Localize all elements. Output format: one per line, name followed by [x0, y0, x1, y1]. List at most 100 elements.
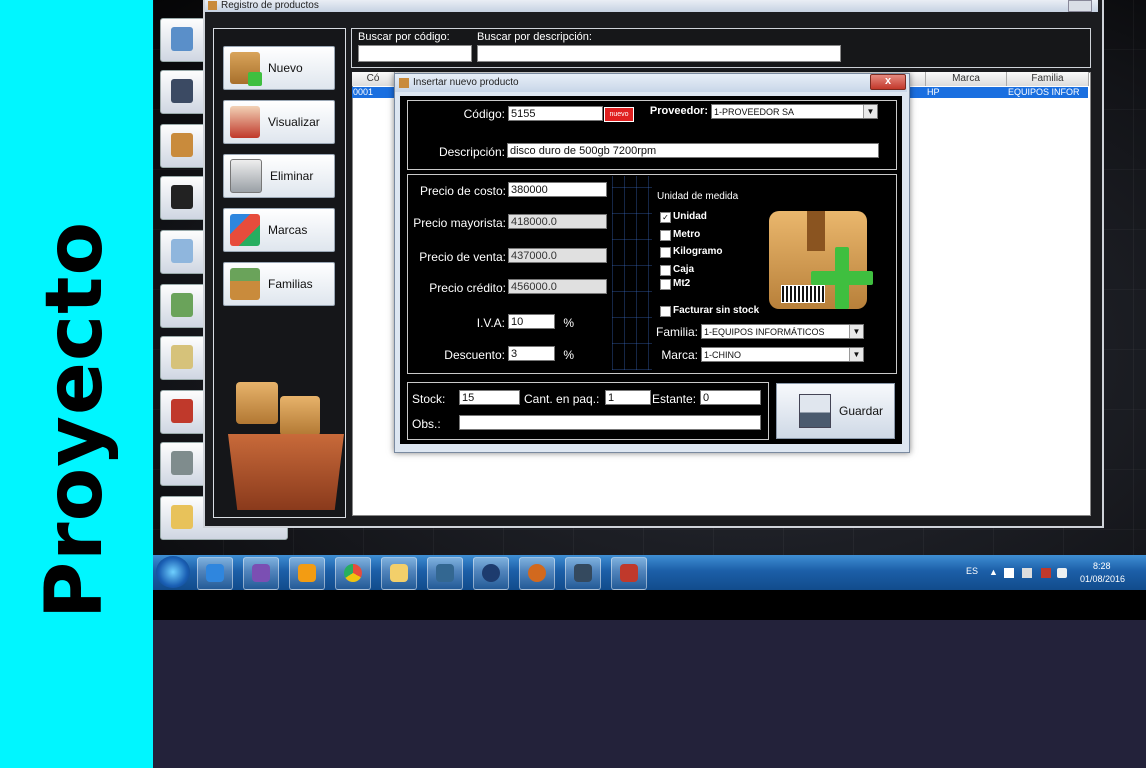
desktop-money-icon[interactable] [160, 284, 206, 328]
familias-button[interactable]: Familias [223, 262, 335, 306]
printer-icon[interactable] [1022, 568, 1032, 578]
dialog-box-icon [399, 78, 409, 88]
dialog-title: Insertar nuevo producto [413, 77, 519, 88]
iva-input[interactable]: 10 [508, 314, 555, 329]
desktop-box-icon[interactable] [160, 124, 206, 168]
unidad-checkbox[interactable]: ✓ [660, 212, 671, 223]
main-close-button[interactable] [1068, 0, 1092, 12]
visualizar-label: Visualizar [268, 115, 320, 129]
dialog-close-button[interactable]: x [870, 74, 906, 90]
row-code: 0001 [353, 87, 374, 97]
descripcion-input[interactable]: disco duro de 500gb 7200rpm [507, 143, 879, 158]
marcas-label: Marcas [268, 223, 308, 237]
proveedor-select[interactable]: 1-PROVEEDOR SA ▼ [711, 104, 878, 119]
chrome-icon[interactable] [335, 557, 371, 590]
marcas-button[interactable]: Marcas [223, 208, 335, 252]
desktop-tools-icon[interactable] [160, 442, 206, 486]
person-icon [230, 106, 260, 138]
mayorista-label: Precio mayorista: [413, 216, 506, 230]
stock-label: Stock: [412, 392, 446, 406]
media-player-icon[interactable] [289, 557, 325, 590]
descuento-percent: % [563, 348, 574, 362]
language-indicator[interactable]: ES [966, 566, 978, 576]
marca-value: 1-CHINO [704, 350, 742, 360]
codigo-input[interactable]: 5155 [508, 106, 603, 121]
search-code-label: Buscar por código: [358, 31, 450, 43]
box-bottles-icon [230, 268, 260, 300]
search-code-input[interactable] [358, 45, 472, 62]
baseball-glove-icon[interactable] [519, 557, 555, 590]
netbeans-icon[interactable] [473, 557, 509, 590]
familia-value: 1-EQUIPOS INFORMÁTICOS [704, 327, 825, 337]
mayorista-input[interactable]: 418000.0 [508, 214, 607, 229]
proveedor-label: Proveedor: [649, 105, 708, 117]
facturar-checkbox[interactable] [660, 306, 671, 317]
desktop-folder-red-icon[interactable] [160, 390, 206, 434]
windows-start-icon[interactable] [156, 556, 190, 588]
eliminar-label: Eliminar [270, 169, 314, 183]
paq-label: Cant. en paq.: [524, 392, 600, 406]
costo-label: Precio de costo: [419, 184, 506, 198]
folder-icon[interactable] [381, 557, 417, 590]
metro-checkbox[interactable] [660, 230, 671, 241]
visualizar-button[interactable]: Visualizar [223, 100, 335, 144]
clock-time[interactable]: 8:28 [1093, 561, 1111, 571]
dialog-titlebar[interactable]: Insertar nuevo producto [395, 74, 907, 92]
familias-label: Familias [268, 277, 313, 291]
desktop-person-icon[interactable] [160, 176, 206, 220]
desktop-shortcut-icon[interactable] [160, 18, 206, 62]
costo-input[interactable]: 380000 [508, 182, 607, 197]
column-header-familia[interactable]: Familia [1007, 72, 1089, 86]
column-header-codigo[interactable]: Có [352, 72, 395, 86]
mt2-option[interactable]: Mt2 [673, 278, 690, 289]
caja-checkbox[interactable] [660, 265, 671, 276]
venta-label: Precio de venta: [419, 250, 506, 264]
box-plus-icon [230, 52, 262, 86]
clock-date[interactable]: 01/08/2016 [1080, 574, 1125, 584]
jasper-icon[interactable] [611, 557, 647, 590]
familia-select[interactable]: 1-EQUIPOS INFORMÁTICOS ▼ [701, 324, 864, 339]
desktop-edit-icon[interactable] [160, 336, 206, 380]
main-window-title: Registro de productos [221, 0, 319, 11]
venta-input[interactable]: 437000.0 [508, 248, 607, 263]
network-icon[interactable] [1041, 568, 1051, 578]
volume-icon[interactable] [1057, 568, 1067, 578]
marca-select[interactable]: 1-CHINO ▼ [701, 347, 864, 362]
postgresql-icon[interactable] [427, 557, 463, 590]
visual-studio-icon[interactable] [243, 557, 279, 590]
caja-option[interactable]: Caja [673, 264, 694, 275]
metro-option[interactable]: Metro [673, 229, 700, 240]
obs-input[interactable] [459, 415, 761, 430]
app-box-icon [208, 1, 217, 10]
paq-input[interactable]: 1 [605, 390, 651, 405]
product-box-icon [769, 211, 873, 311]
video-footer [153, 620, 1146, 768]
descuento-input[interactable]: 3 [508, 346, 555, 361]
mt2-checkbox[interactable] [660, 279, 671, 290]
flag-icon[interactable] [1004, 568, 1014, 578]
facturar-label[interactable]: Facturar sin stock [673, 305, 759, 316]
guardar-button[interactable]: Guardar [776, 383, 895, 439]
show-hidden-icons-icon[interactable]: ▲ [989, 567, 998, 577]
proveedor-value: 1-PROVEEDOR SA [714, 107, 795, 117]
column-header-marca[interactable]: Marca [926, 72, 1007, 86]
estante-input[interactable]: 0 [700, 390, 761, 405]
ie-icon[interactable] [197, 557, 233, 590]
desktop-user-icon[interactable] [160, 70, 206, 114]
unidad-option[interactable]: Unidad [673, 211, 707, 222]
row-familia: EQUIPOS INFOR [1008, 87, 1080, 97]
kilogramo-option[interactable]: Kilogramo [673, 246, 722, 257]
kilogramo-checkbox[interactable] [660, 247, 671, 258]
search-description-input[interactable] [477, 45, 841, 62]
main-window-titlebar[interactable]: Registro de productos [205, 0, 1098, 12]
desktop-document-icon[interactable] [160, 230, 206, 274]
credito-input[interactable]: 456000.0 [508, 279, 607, 294]
nuevo-button[interactable]: Nuevo [223, 46, 335, 90]
video-border [153, 590, 1146, 620]
stock-input[interactable]: 15 [459, 390, 520, 405]
nuevo-badge: nuevo [604, 107, 634, 122]
app-icon[interactable] [565, 557, 601, 590]
unidad-title: Unidad de medida [657, 191, 739, 202]
eliminar-button[interactable]: Eliminar [223, 154, 335, 198]
search-description-label: Buscar por descripción: [477, 31, 592, 43]
